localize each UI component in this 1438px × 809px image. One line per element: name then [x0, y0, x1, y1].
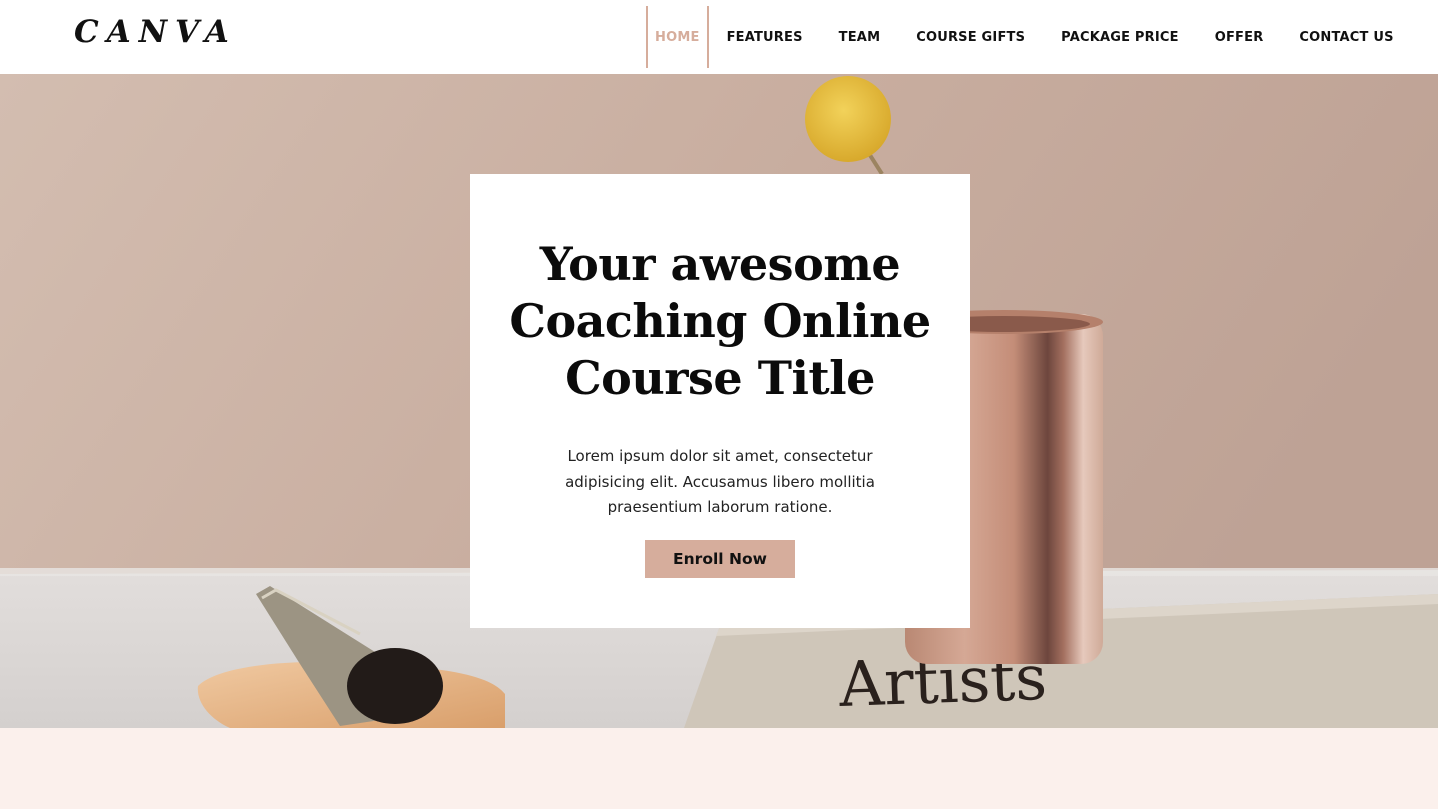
hero-section: Artists Your awesome Coaching Online Cou…: [0, 74, 1438, 728]
enroll-now-button[interactable]: Enroll Now: [645, 540, 795, 578]
logo[interactable]: CANVA: [74, 14, 237, 50]
hero-card: Your awesome Coaching Online Course Titl…: [470, 174, 970, 628]
nav-home[interactable]: HOME: [646, 6, 709, 68]
nav-features[interactable]: FEATURES: [709, 6, 821, 68]
hero-title-line2: Coaching Online: [509, 294, 931, 348]
hero-title-line1: Your awesome: [539, 237, 901, 291]
main-nav: HOME FEATURES TEAM COURSE GIFTS PACKAGE …: [646, 6, 1412, 68]
nav-contact-us[interactable]: CONTACT US: [1281, 6, 1411, 68]
nav-offer[interactable]: OFFER: [1197, 6, 1282, 68]
next-section-band: [0, 728, 1438, 809]
hero-title-line3: Course Title: [565, 351, 875, 405]
site-header: CANVA HOME FEATURES TEAM COURSE GIFTS PA…: [0, 0, 1438, 74]
nav-package-price[interactable]: PACKAGE PRICE: [1043, 6, 1197, 68]
nav-team[interactable]: TEAM: [821, 6, 899, 68]
hero-title: Your awesome Coaching Online Course Titl…: [490, 236, 950, 407]
nav-course-gifts[interactable]: COURSE GIFTS: [898, 6, 1043, 68]
hero-description: Lorem ipsum dolor sit amet, consectetur …: [565, 447, 875, 516]
